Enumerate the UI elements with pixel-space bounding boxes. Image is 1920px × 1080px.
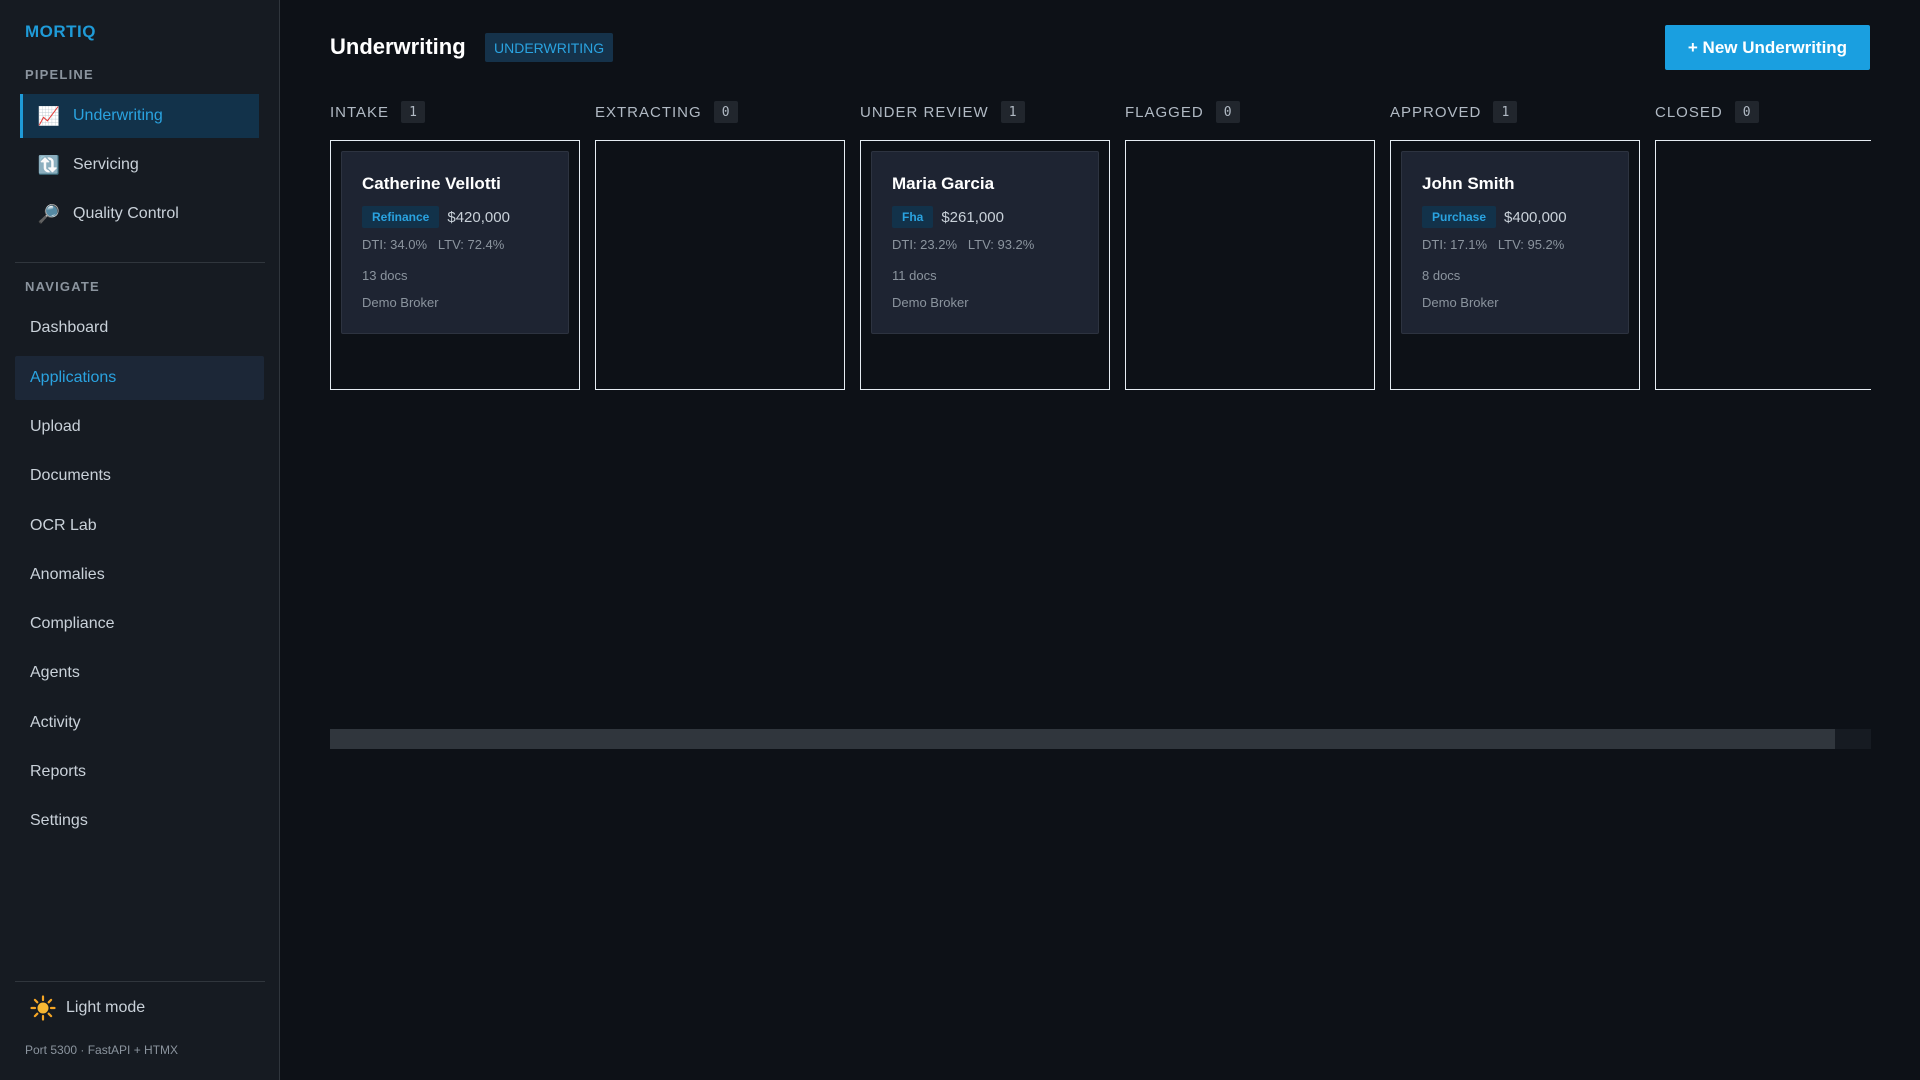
column-header: EXTRACTING 0 [595,100,845,124]
column-header: CLOSED 0 [1655,100,1871,124]
nav-item-anomalies[interactable]: Anomalies [15,553,264,597]
application-card[interactable]: John Smith Purchase $400,000 DTI: 17.1% … [1401,151,1629,334]
column-count-badge: 1 [1493,101,1518,123]
theme-toggle-label: Light mode [66,999,146,1016]
column-dropzone[interactable]: Catherine Vellotti Refinance $420,000 DT… [330,140,580,390]
sidebar-divider [15,262,265,263]
broker-name: Demo Broker [892,295,969,310]
application-card[interactable]: Catherine Vellotti Refinance $420,000 DT… [341,151,569,334]
pipeline-item-label: Underwriting [73,107,163,124]
nav-item-reports[interactable]: Reports [15,750,264,794]
column-count-badge: 1 [401,101,426,123]
nav-item-agents[interactable]: Agents [15,651,264,695]
document-count: 13 docs [362,268,408,283]
chart-increasing-icon: 📈 [37,105,61,126]
column-extracting: EXTRACTING 0 [595,100,845,390]
column-count-badge: 1 [1000,101,1025,123]
ratio-metrics: DTI: 17.1% LTV: 95.2% [1422,237,1565,252]
nav-item-applications[interactable]: Applications [15,356,264,400]
column-dropzone[interactable] [1125,140,1375,390]
scrollbar-thumb[interactable] [330,729,1835,749]
pipeline-section-label: PIPELINE [25,67,94,82]
applicant-name: Maria Garcia [892,174,995,193]
column-dropzone[interactable] [595,140,845,390]
theme-toggle[interactable]: Light mode [30,995,145,1021]
column-dropzone[interactable]: Maria Garcia Fha $261,000 DTI: 23.2% LTV… [860,140,1110,390]
column-count-badge: 0 [1734,101,1759,123]
sun-icon [30,995,56,1021]
column-intake: INTAKE 1 Catherine Vellotti Refinance $4… [330,100,580,390]
loan-type-badge: Purchase [1422,206,1497,228]
navigate-section-label: NAVIGATE [25,279,100,294]
nav-item-compliance[interactable]: Compliance [15,602,264,646]
column-approved: APPROVED 1 John Smith Purchase $400,000 … [1390,100,1640,390]
column-title: EXTRACTING [595,103,702,121]
column-title: APPROVED [1390,103,1482,121]
applicant-name: Catherine Vellotti [362,174,501,193]
page-title: Underwriting [330,34,466,59]
column-title: FLAGGED [1125,103,1204,121]
sidebar: MORTIQ PIPELINE 📈 Underwriting 🔃 Servici… [0,0,280,1080]
nav-item-activity[interactable]: Activity [15,701,264,745]
column-count-badge: 0 [1215,101,1240,123]
column-dropzone[interactable] [1655,140,1871,390]
column-flagged: FLAGGED 0 [1125,100,1375,390]
magnifier-icon: 🔎 [37,203,61,224]
column-title: INTAKE [330,103,390,121]
loan-amount: $261,000 [941,208,1004,226]
brand-logo[interactable]: MORTIQ [25,22,96,42]
nav-item-documents[interactable]: Documents [15,454,264,498]
pipeline-item-servicing[interactable]: 🔃 Servicing [20,143,259,187]
column-under-review: UNDER REVIEW 1 Maria Garcia Fha $261,000… [860,100,1110,390]
applicant-name: John Smith [1422,174,1515,193]
column-header: UNDER REVIEW 1 [860,100,1110,124]
loan-amount: $420,000 [447,208,510,226]
pipeline-item-label: Servicing [73,156,139,173]
column-title: CLOSED [1655,103,1723,121]
ratio-metrics: DTI: 34.0% LTV: 72.4% [362,237,505,252]
column-closed: CLOSED 0 [1655,100,1871,390]
stage-badge: UNDERWRITING [485,33,614,62]
application-card[interactable]: Maria Garcia Fha $261,000 DTI: 23.2% LTV… [871,151,1099,334]
new-underwriting-button[interactable]: + New Underwriting [1665,25,1870,70]
column-dropzone[interactable]: John Smith Purchase $400,000 DTI: 17.1% … [1390,140,1640,390]
kanban-board: INTAKE 1 Catherine Vellotti Refinance $4… [330,100,1871,400]
broker-name: Demo Broker [1422,295,1499,310]
nav-item-upload[interactable]: Upload [15,405,264,449]
pipeline-item-label: Quality Control [73,205,179,222]
column-header: INTAKE 1 [330,100,580,124]
nav-item-dashboard[interactable]: Dashboard [15,306,264,350]
document-count: 11 docs [892,268,937,283]
pipeline-item-underwriting[interactable]: 📈 Underwriting [20,94,259,138]
server-info: Port 5300 · FastAPI + HTMX [25,1043,179,1057]
loan-amount: $400,000 [1504,208,1567,226]
document-count: 8 docs [1422,268,1461,283]
nav-item-ocr-lab[interactable]: OCR Lab [15,504,264,548]
column-title: UNDER REVIEW [860,103,989,121]
loan-type-badge: Fha [892,206,934,228]
column-header: FLAGGED 0 [1125,100,1375,124]
sidebar-divider [15,981,265,982]
nav-item-settings[interactable]: Settings [15,799,264,843]
column-count-badge: 0 [713,101,738,123]
column-header: APPROVED 1 [1390,100,1640,124]
loan-type-badge: Refinance [362,206,440,228]
ratio-metrics: DTI: 23.2% LTV: 93.2% [892,237,1035,252]
pipeline-item-quality-control[interactable]: 🔎 Quality Control [20,192,259,236]
horizontal-scrollbar[interactable] [330,729,1871,749]
refresh-icon: 🔃 [37,154,61,175]
broker-name: Demo Broker [362,295,439,310]
